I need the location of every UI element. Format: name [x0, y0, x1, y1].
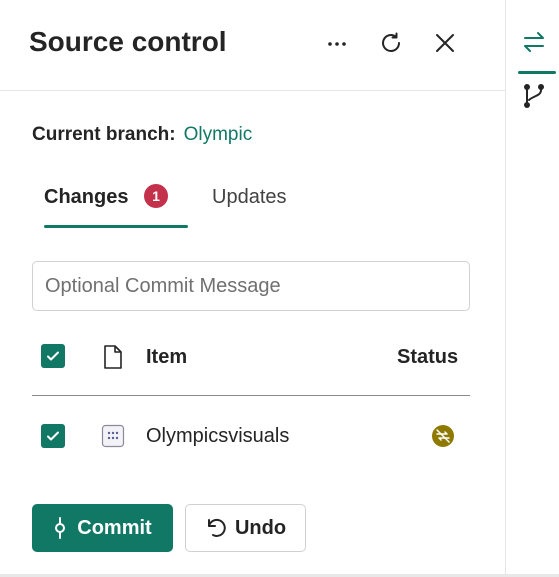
undo-icon: [207, 519, 226, 537]
report-icon: [101, 424, 125, 448]
undo-button-label: Undo: [234, 516, 287, 539]
current-branch: Current branch: Olympic: [32, 124, 252, 146]
close-icon: [436, 34, 454, 52]
column-header-item: Item: [146, 346, 188, 368]
source-control-panel: Source control Current branch: Olympic Ch…: [0, 0, 506, 577]
commit-button[interactable]: Commit: [32, 504, 173, 552]
page-title: Source control: [29, 26, 227, 57]
undo-button[interactable]: Undo: [185, 504, 306, 552]
refresh-button[interactable]: [374, 26, 408, 60]
column-header-status: Status: [397, 346, 459, 368]
refresh-icon: [382, 32, 400, 52]
commit-button-label: Commit: [77, 516, 152, 539]
side-rail: [505, 0, 559, 577]
tab-updates[interactable]: Updates: [212, 186, 287, 209]
rail-branch-button[interactable]: [520, 82, 548, 110]
active-tab-indicator: [44, 225, 188, 228]
more-icon: [328, 42, 346, 46]
changes-count-badge: 1: [144, 184, 168, 208]
not-synced-status-icon: [432, 425, 454, 447]
close-button[interactable]: [428, 26, 462, 60]
tab-changes[interactable]: Changes: [44, 186, 128, 209]
checkmark-icon: [47, 431, 59, 441]
source-control-icon: [524, 32, 544, 52]
commit-message-input[interactable]: [32, 261, 470, 311]
commit-icon: [55, 517, 66, 539]
more-options-button[interactable]: [320, 26, 354, 60]
row-item-name: Olympicsvisuals: [146, 425, 290, 447]
current-branch-label: Current branch:: [32, 124, 176, 145]
panel-header: Source control: [0, 0, 506, 91]
branch-icon: [524, 84, 544, 108]
current-branch-name: Olympic: [183, 124, 253, 145]
checkmark-icon: [47, 351, 59, 361]
table-divider: [32, 395, 470, 396]
file-icon: [104, 345, 122, 369]
row-checkbox[interactable]: [41, 424, 65, 448]
rail-source-control-button[interactable]: [520, 28, 548, 56]
rail-active-indicator: [518, 71, 556, 74]
select-all-checkbox[interactable]: [41, 344, 65, 368]
